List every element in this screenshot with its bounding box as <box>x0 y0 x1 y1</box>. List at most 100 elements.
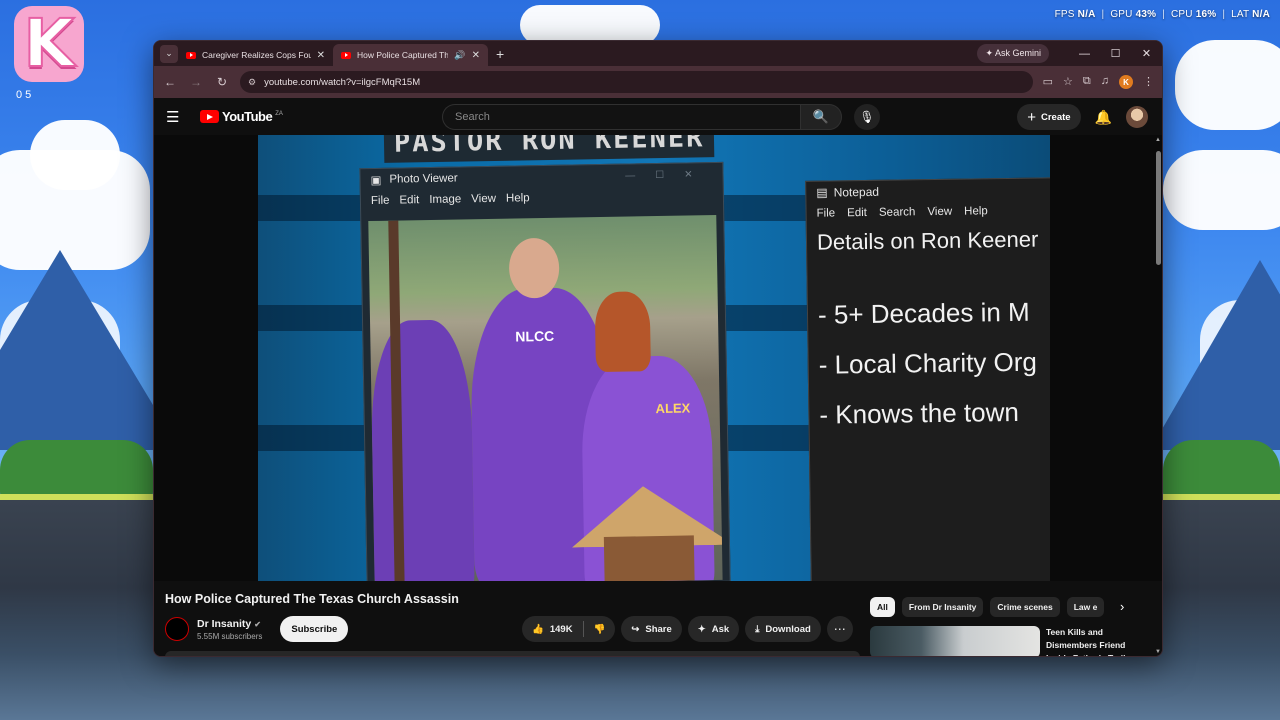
photo-viewer-icon: ▣ <box>370 174 382 188</box>
shirt-text: ALEX <box>655 400 691 417</box>
channel-avatar[interactable] <box>165 617 189 641</box>
cloud <box>30 120 120 190</box>
search-button[interactable]: 🔍 <box>800 104 842 130</box>
close-tab-icon[interactable]: ✕ <box>317 50 325 61</box>
hamburger-menu-icon[interactable]: ☰ <box>166 108 190 126</box>
create-button[interactable]: + Create <box>1017 104 1081 130</box>
address-toolbar: ← → ↻ ⚙ youtube.com/watch?v=ilgcFMqR15M … <box>154 66 1162 98</box>
chip-from-channel[interactable]: From Dr Insanity <box>901 597 984 617</box>
search-icon: 🔍 <box>812 109 830 124</box>
audio-playing-icon[interactable]: 🔊 <box>454 50 465 61</box>
video-metadata: How Police Captured The Texas Church Ass… <box>154 581 1162 656</box>
site-settings-icon[interactable]: ⚙ <box>248 77 256 88</box>
thumbs-up-icon: 👍 <box>532 623 544 635</box>
description-box[interactable] <box>165 651 860 656</box>
recommendation-thumbnail[interactable] <box>870 626 1040 656</box>
cast-icon[interactable]: ▭ <box>1043 75 1053 89</box>
tab-title: How Police Captured The Te <box>357 50 448 60</box>
chip-crime-scenes[interactable]: Crime scenes <box>990 597 1060 617</box>
extensions-icon[interactable]: ⧉ <box>1083 75 1091 89</box>
chip-law[interactable]: Law e <box>1066 597 1105 617</box>
close-tab-icon[interactable]: ✕ <box>472 50 480 61</box>
notepad-content: Details on Ron Keener - 5+ Decades in M … <box>807 220 1050 456</box>
menu-search: Search <box>878 206 916 219</box>
maximize-icon[interactable]: ☐ <box>1100 47 1131 60</box>
window-controls: —☐✕ <box>625 168 713 182</box>
scroll-down-icon[interactable]: ▼ <box>1155 649 1161 655</box>
address-bar[interactable]: ⚙ youtube.com/watch?v=ilgcFMqR15M <box>240 71 1033 93</box>
channel-row: Dr Insanity ✔ 5.55M subscribers Subscribe <box>165 616 349 642</box>
account-avatar[interactable] <box>1126 106 1148 128</box>
like-button[interactable]: 👍 149K <box>522 624 583 635</box>
more-actions-button[interactable]: ⋯ <box>826 616 853 642</box>
app-logo[interactable]: K <box>14 5 86 86</box>
birdhouse <box>603 535 695 581</box>
cloud <box>1163 150 1280 230</box>
chevron-right-icon[interactable]: › <box>1120 599 1124 614</box>
tab-search-dropdown[interactable]: ⌄ <box>160 44 178 63</box>
app-counter: 0 5 <box>16 89 32 101</box>
subscribe-button[interactable]: Subscribe <box>280 616 349 642</box>
search-input[interactable] <box>442 104 800 130</box>
new-tab-icon[interactable]: + <box>496 46 504 62</box>
close-window-icon[interactable]: ✕ <box>1131 47 1162 60</box>
menu-help: Help <box>964 205 988 218</box>
notifications-bell-icon[interactable]: 🔔 <box>1095 109 1112 126</box>
channel-name[interactable]: Dr Insanity ✔ <box>197 618 262 630</box>
forward-icon[interactable]: → <box>188 75 204 89</box>
minimize-icon[interactable]: — <box>1069 48 1100 60</box>
share-button[interactable]: ↪ Share <box>621 616 682 642</box>
notepad-line: - Knows the town <box>819 396 1020 430</box>
ask-button[interactable]: ✦ Ask <box>687 616 740 642</box>
photo-viewer-window: ▣ Photo Viewer —☐✕ File Edit Image View … <box>359 161 731 581</box>
verified-check-icon: ✔ <box>254 619 261 629</box>
browser-menu-icon[interactable]: ⋮ <box>1143 75 1154 89</box>
bookmark-star-icon[interactable]: ☆ <box>1063 75 1073 89</box>
video-actions: 👍 149K 👎 ↪ Share ✦ Ask ⤓ Download ⋯ <box>522 616 853 642</box>
search-bar: 🔍 🎙 <box>442 104 880 130</box>
dislike-button[interactable]: 👎 <box>584 624 616 635</box>
youtube-logo[interactable]: YouTube ZA <box>200 109 283 124</box>
video-frame[interactable]: PASTOR RON KEENER ▣ Photo Viewer —☐✕ Fil… <box>258 135 1050 581</box>
hair <box>594 291 651 373</box>
scrollbar-thumb[interactable] <box>1156 151 1161 265</box>
thumbs-down-icon: 👎 <box>593 623 606 635</box>
media-controls-icon[interactable]: ♫ <box>1101 75 1109 89</box>
browser-window: ⌄ Caregiver Realizes Cops Found ✕ How Po… <box>153 40 1163 657</box>
notepad-window: ▤ Notepad File Edit Search View Help Det… <box>805 177 1050 581</box>
name-banner: PASTOR RON KEENER <box>383 135 715 163</box>
tab-title: Caregiver Realizes Cops Found <box>202 50 311 60</box>
video-player[interactable]: PASTOR RON KEENER ▣ Photo Viewer —☐✕ Fil… <box>154 135 1162 581</box>
download-button[interactable]: ⤓ Download <box>745 616 821 642</box>
youtube-header: ☰ YouTube ZA 🔍 🎙 +Create 🔔 <box>154 98 1162 135</box>
share-icon: ↪ <box>631 623 640 635</box>
profile-avatar[interactable]: K <box>1119 75 1133 89</box>
tab-how-police[interactable]: How Police Captured The Te 🔊 ✕ <box>333 44 488 66</box>
recommendation-filter-chips: All From Dr Insanity Crime scenes Law e <box>870 597 1105 617</box>
voice-search-button[interactable]: 🎙 <box>854 104 880 130</box>
reload-icon[interactable]: ↻ <box>214 75 230 89</box>
download-icon: ⤓ <box>755 623 760 635</box>
photo-viewer-title: Photo Viewer <box>389 172 458 186</box>
menu-image: Image <box>429 193 462 206</box>
subscriber-count: 5.55M subscribers <box>197 631 263 641</box>
tab-caregiver[interactable]: Caregiver Realizes Cops Found ✕ <box>178 44 333 66</box>
chip-all[interactable]: All <box>870 597 895 617</box>
mountain <box>1150 260 1280 450</box>
plus-icon: + <box>1027 108 1036 126</box>
youtube-favicon-icon <box>186 51 196 59</box>
ask-gemini-button[interactable]: ✦ Ask Gemini <box>977 44 1049 63</box>
recommendation-title[interactable]: Teen Kills and Dismembers Friend Inside … <box>1046 626 1146 656</box>
region-code: ZA <box>275 111 283 117</box>
cloud <box>1175 40 1280 130</box>
person <box>370 319 475 581</box>
tab-strip: ⌄ Caregiver Realizes Cops Found ✕ How Po… <box>154 41 1162 66</box>
youtube-wordmark: YouTube <box>222 109 273 124</box>
menu-edit: Edit <box>399 194 420 207</box>
page-scrollbar[interactable]: ▲ ▼ <box>1154 135 1162 656</box>
notepad-heading: Details on Ron Keener <box>816 226 1039 255</box>
shirt-text: NLCC <box>515 327 555 345</box>
scroll-up-icon[interactable]: ▲ <box>1155 137 1161 143</box>
back-icon[interactable]: ← <box>162 75 178 89</box>
url-text: youtube.com/watch?v=ilgcFMqR15M <box>264 76 421 88</box>
